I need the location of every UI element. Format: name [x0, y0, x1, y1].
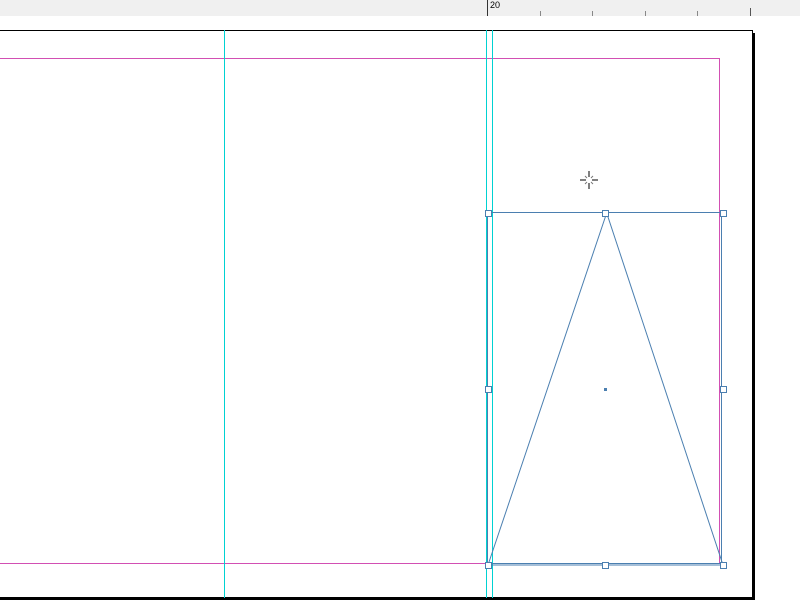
horizontal-ruler[interactable]: 2040608010012014016018020022024026028030… — [0, 0, 800, 17]
page-shadow-right-icon — [752, 33, 755, 600]
document-canvas[interactable] — [0, 16, 800, 600]
selection-handle[interactable] — [720, 386, 727, 393]
selection-handle[interactable] — [485, 386, 492, 393]
selection-handle[interactable] — [485, 562, 492, 569]
selection-handle[interactable] — [602, 562, 609, 569]
ruler-major-tick: 20 — [487, 0, 488, 16]
selected-triangle-shape[interactable] — [487, 212, 722, 564]
selection-handle[interactable] — [720, 210, 727, 217]
selection-handle[interactable] — [720, 562, 727, 569]
selection-handle[interactable] — [602, 210, 609, 217]
selection-center-icon — [604, 388, 607, 391]
ruler-half-tick — [750, 8, 751, 16]
selection-handle[interactable] — [485, 210, 492, 217]
ruler-tick-label: 20 — [490, 1, 500, 10]
